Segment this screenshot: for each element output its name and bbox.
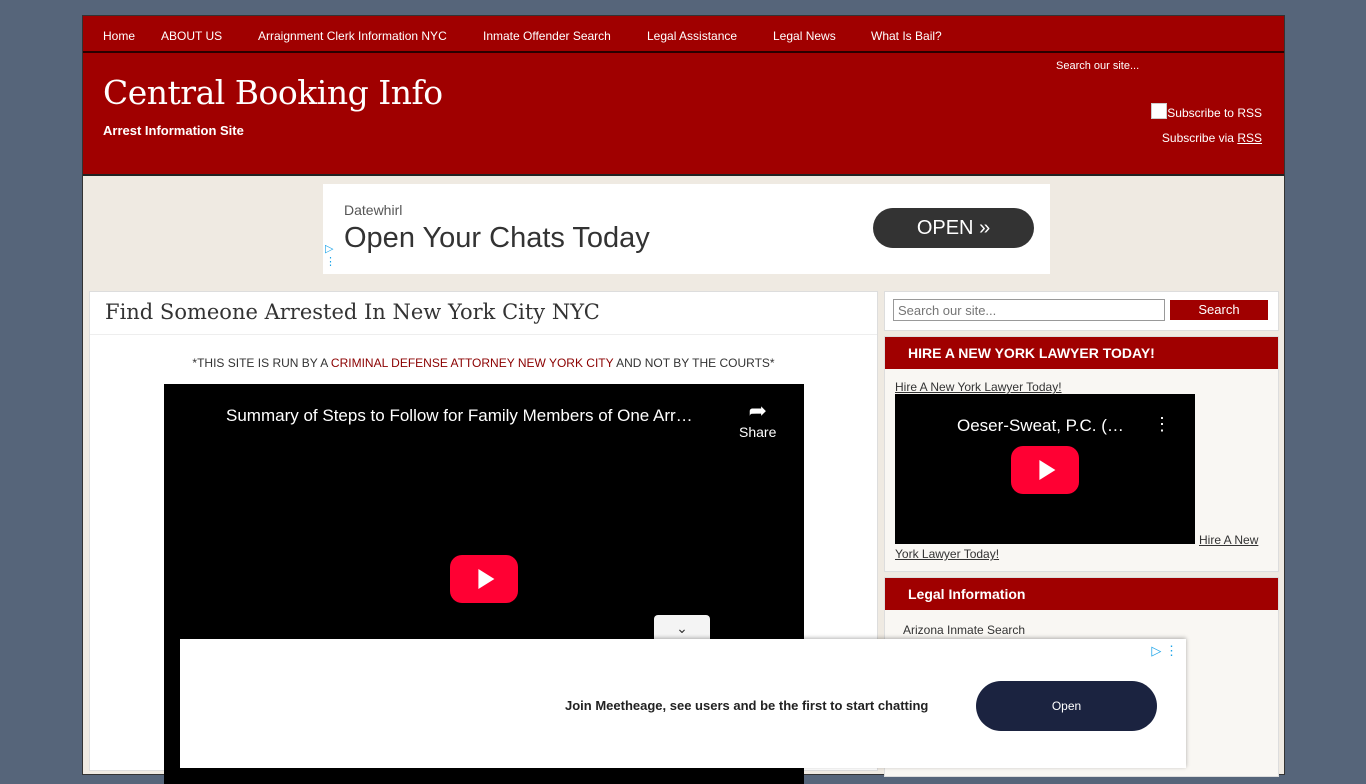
ad-open-button[interactable]: OPEN »	[873, 208, 1034, 248]
disclaimer-notice: *THIS SITE IS RUN BY A CRIMINAL DEFENSE …	[90, 356, 877, 370]
legal-link-arizona[interactable]: Arizona Inmate Search	[903, 623, 1025, 637]
play-button-icon[interactable]	[450, 555, 518, 603]
site-tagline: Arrest Information Site	[103, 123, 244, 138]
search-button[interactable]: Search	[1170, 300, 1268, 320]
top-ad-banner[interactable]: Datewhirl Open Your Chats Today OPEN » ▷…	[323, 184, 1050, 274]
chevron-down-icon[interactable]: ⌄	[654, 615, 710, 641]
play-button-icon[interactable]	[1011, 446, 1079, 494]
ad-advertiser: Datewhirl	[344, 202, 403, 218]
rss-prefix: Subscribe via	[1161, 131, 1234, 145]
rss-image-alt: Subscribe to RSS	[1167, 106, 1262, 120]
video-title[interactable]: Summary of Steps to Follow for Family Me…	[226, 406, 693, 426]
nav-inmate-search[interactable]: Inmate Offender Search	[483, 29, 611, 43]
lawyer-video-player[interactable]: Oeser-Sweat, P.C. (… ⋮	[895, 394, 1195, 544]
rss-link[interactable]: RSS	[1237, 131, 1262, 145]
rss-subscribe-text: Subscribe via RSS	[1162, 131, 1262, 145]
hire-lawyer-link-bottom[interactable]: Hire A New	[1199, 533, 1258, 547]
bottom-ad-message[interactable]: Join Meetheage, see users and be the fir…	[565, 698, 928, 713]
nav-what-is-bail[interactable]: What Is Bail?	[871, 29, 942, 43]
adchoices-icon[interactable]: ▷ ⋮	[1151, 643, 1178, 659]
bottom-ad-banner[interactable]: ▷ ⋮ Join Meetheage, see users and be the…	[180, 639, 1186, 768]
broken-image-icon	[1151, 103, 1168, 119]
hire-lawyer-link-top[interactable]: Hire A New York Lawyer Today!	[895, 380, 1062, 394]
bottom-ad-open-button[interactable]: Open	[976, 681, 1157, 731]
nav-arraignment-clerk[interactable]: Arraignment Clerk Information NYC	[258, 29, 447, 43]
hire-lawyer-link-bottom-cont[interactable]: York Lawyer Today!	[895, 547, 999, 561]
attorney-link[interactable]: CRIMINAL DEFENSE ATTORNEY NEW YORK CITY	[331, 356, 614, 370]
header-search-input[interactable]: Search our site...	[1056, 60, 1139, 72]
lawyer-widget-title: HIRE A NEW YORK LAWYER TODAY!	[885, 337, 1278, 369]
lawyer-video-title[interactable]: Oeser-Sweat, P.C. (…	[957, 416, 1124, 436]
nav-home[interactable]: Home	[103, 29, 135, 43]
notice-prefix: *THIS SITE IS RUN BY A	[192, 356, 328, 370]
more-options-icon[interactable]: ⋮	[1153, 414, 1171, 435]
rss-image-link[interactable]: Subscribe to RSS	[1151, 103, 1262, 120]
sidebar-search-input[interactable]	[893, 299, 1165, 321]
double-chevron-right-icon: »	[979, 217, 991, 239]
post-title: Find Someone Arrested In New York City N…	[105, 300, 600, 324]
divider	[90, 334, 877, 335]
legal-widget-title: Legal Information	[885, 578, 1278, 610]
ad-headline[interactable]: Open Your Chats Today	[344, 222, 650, 255]
sidebar-search: Search	[884, 291, 1279, 331]
nav-legal-news[interactable]: Legal News	[773, 29, 836, 43]
share-label: Share	[739, 424, 777, 440]
share-button[interactable]: ➦ Share	[739, 398, 776, 440]
top-nav: Home ABOUT US Arraignment Clerk Informat…	[83, 16, 1284, 53]
notice-suffix: AND NOT BY THE COURTS*	[616, 356, 775, 370]
ad-open-label: OPEN	[916, 217, 974, 239]
nav-legal-assistance[interactable]: Legal Assistance	[647, 29, 737, 43]
share-icon: ➦	[748, 398, 767, 423]
adchoices-icon[interactable]: ▷ ⋮	[325, 242, 336, 268]
nav-about-us[interactable]: ABOUT US	[161, 29, 222, 43]
lawyer-widget: HIRE A NEW YORK LAWYER TODAY! Hire A New…	[884, 336, 1279, 572]
site-title[interactable]: Central Booking Info	[103, 73, 443, 112]
site-header: Central Booking Info Arrest Information …	[83, 53, 1284, 176]
